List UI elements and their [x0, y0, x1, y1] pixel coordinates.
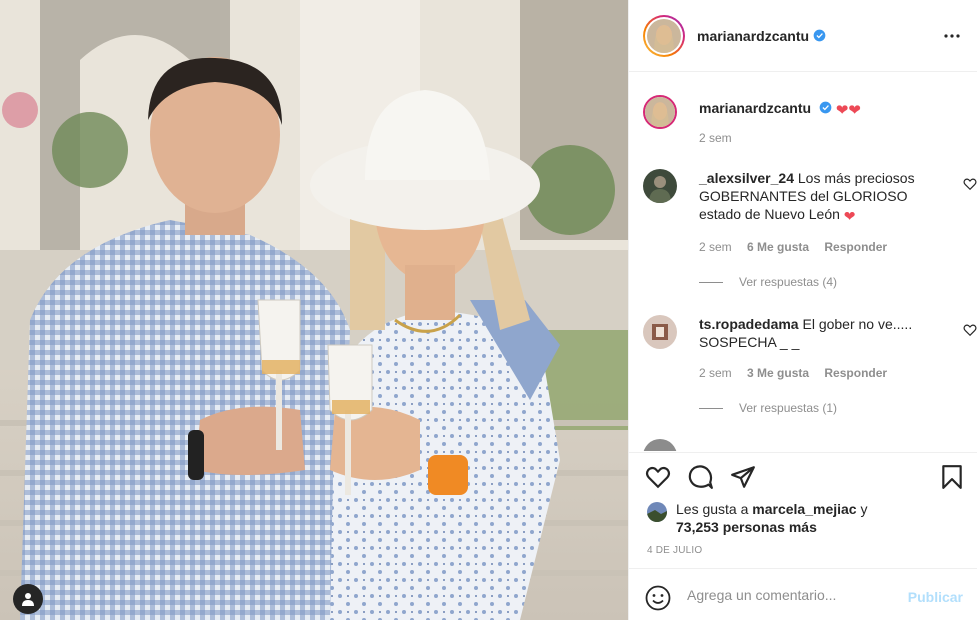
comment-emoji: ❤: [843, 208, 856, 224]
avatar-image: [645, 97, 675, 127]
caption-username[interactable]: marianardzcantu: [699, 100, 811, 116]
avatar-image: [643, 315, 677, 349]
view-replies-label: Ver respuestas (1): [739, 401, 838, 415]
caption-emoji: ❤❤: [835, 102, 861, 119]
more-icon: [944, 34, 960, 38]
replies-divider: [699, 281, 723, 283]
comment-reply-button[interactable]: Responder: [824, 366, 887, 380]
likes-count[interactable]: 73,253 personas más: [676, 519, 817, 535]
comment-body: _alexsilver_24 Los más preciosos GOBERNA…: [699, 169, 931, 225]
liker-username[interactable]: marcela_mejiac: [752, 501, 856, 517]
like-icon[interactable]: [645, 464, 671, 490]
user-tag-button[interactable]: [13, 584, 43, 614]
comment-username[interactable]: ts.ropadedama: [699, 316, 799, 332]
comment-avatar[interactable]: [643, 169, 677, 203]
caption-time[interactable]: 2 sem: [699, 131, 732, 145]
likes-summary: Les gusta a marcela_mejiac y 73,253 pers…: [647, 500, 867, 536]
add-comment-bar: Publicar: [629, 568, 977, 620]
post-date[interactable]: 4 DE JULIO: [647, 545, 702, 556]
comment-body: ts.ropadedama El gober no ve..... SOSPEC…: [699, 315, 931, 351]
author-avatar[interactable]: [643, 14, 685, 57]
view-replies-button[interactable]: Ver respuestas (4): [699, 275, 837, 289]
comments-list[interactable]: marianardzcantu ❤❤ 2 sem _alexsilver_24 …: [629, 73, 977, 451]
comment-time[interactable]: 2 sem: [699, 240, 732, 254]
comment-username[interactable]: _alexsilver_24: [699, 170, 794, 186]
comment-like-icon[interactable]: [963, 177, 977, 191]
comment-time[interactable]: 2 sem: [699, 366, 732, 380]
comment-likes[interactable]: 6 Me gusta: [747, 240, 809, 254]
avatar-image: [643, 439, 677, 451]
more-options-button[interactable]: [942, 26, 962, 46]
replies-divider: [699, 407, 723, 409]
verified-badge-icon: [813, 29, 826, 42]
post-photo[interactable]: [0, 0, 628, 620]
publish-button[interactable]: Publicar: [908, 589, 963, 605]
photo-scene: [0, 0, 628, 620]
comment-meta: 2 sem 3 Me gusta Responder: [699, 366, 899, 380]
post-actions: Les gusta a marcela_mejiac y 73,253 pers…: [629, 452, 977, 567]
share-icon[interactable]: [730, 464, 756, 490]
comment-reply-button[interactable]: Responder: [824, 240, 887, 254]
caption-avatar[interactable]: [643, 95, 677, 129]
likes-connector: y: [860, 501, 868, 517]
comment-like-icon[interactable]: [963, 323, 977, 337]
verified-badge-icon: [819, 101, 832, 114]
post-side-panel: marianardzcantu marianardzcantu ❤❤ 2 sem…: [628, 0, 977, 620]
comment-meta: 2 sem 6 Me gusta Responder: [699, 240, 899, 254]
avatar-image: [643, 169, 677, 203]
likes-prefix: Les gusta a: [676, 501, 749, 517]
post-header: marianardzcantu: [629, 0, 977, 72]
comment-icon[interactable]: [688, 464, 714, 490]
author-username[interactable]: marianardzcantu: [697, 28, 809, 44]
view-replies-button[interactable]: Ver respuestas (1): [699, 401, 837, 415]
avatar-image: [647, 502, 667, 522]
comment-input[interactable]: [687, 583, 887, 607]
avatar-image: [647, 18, 681, 53]
liker-avatar[interactable]: [647, 502, 667, 522]
view-replies-label: Ver respuestas (4): [739, 275, 838, 289]
comment-likes[interactable]: 3 Me gusta: [747, 366, 809, 380]
emoji-icon[interactable]: [645, 585, 671, 611]
instagram-post-view: marianardzcantu marianardzcantu ❤❤ 2 sem…: [0, 0, 977, 620]
comment-avatar[interactable]: [643, 439, 677, 451]
comment-avatar[interactable]: [643, 315, 677, 349]
user-tag-icon: [22, 593, 34, 606]
caption-body: marianardzcantu ❤❤: [699, 99, 931, 120]
caption-meta: 2 sem: [699, 131, 744, 145]
save-icon[interactable]: [939, 464, 965, 490]
